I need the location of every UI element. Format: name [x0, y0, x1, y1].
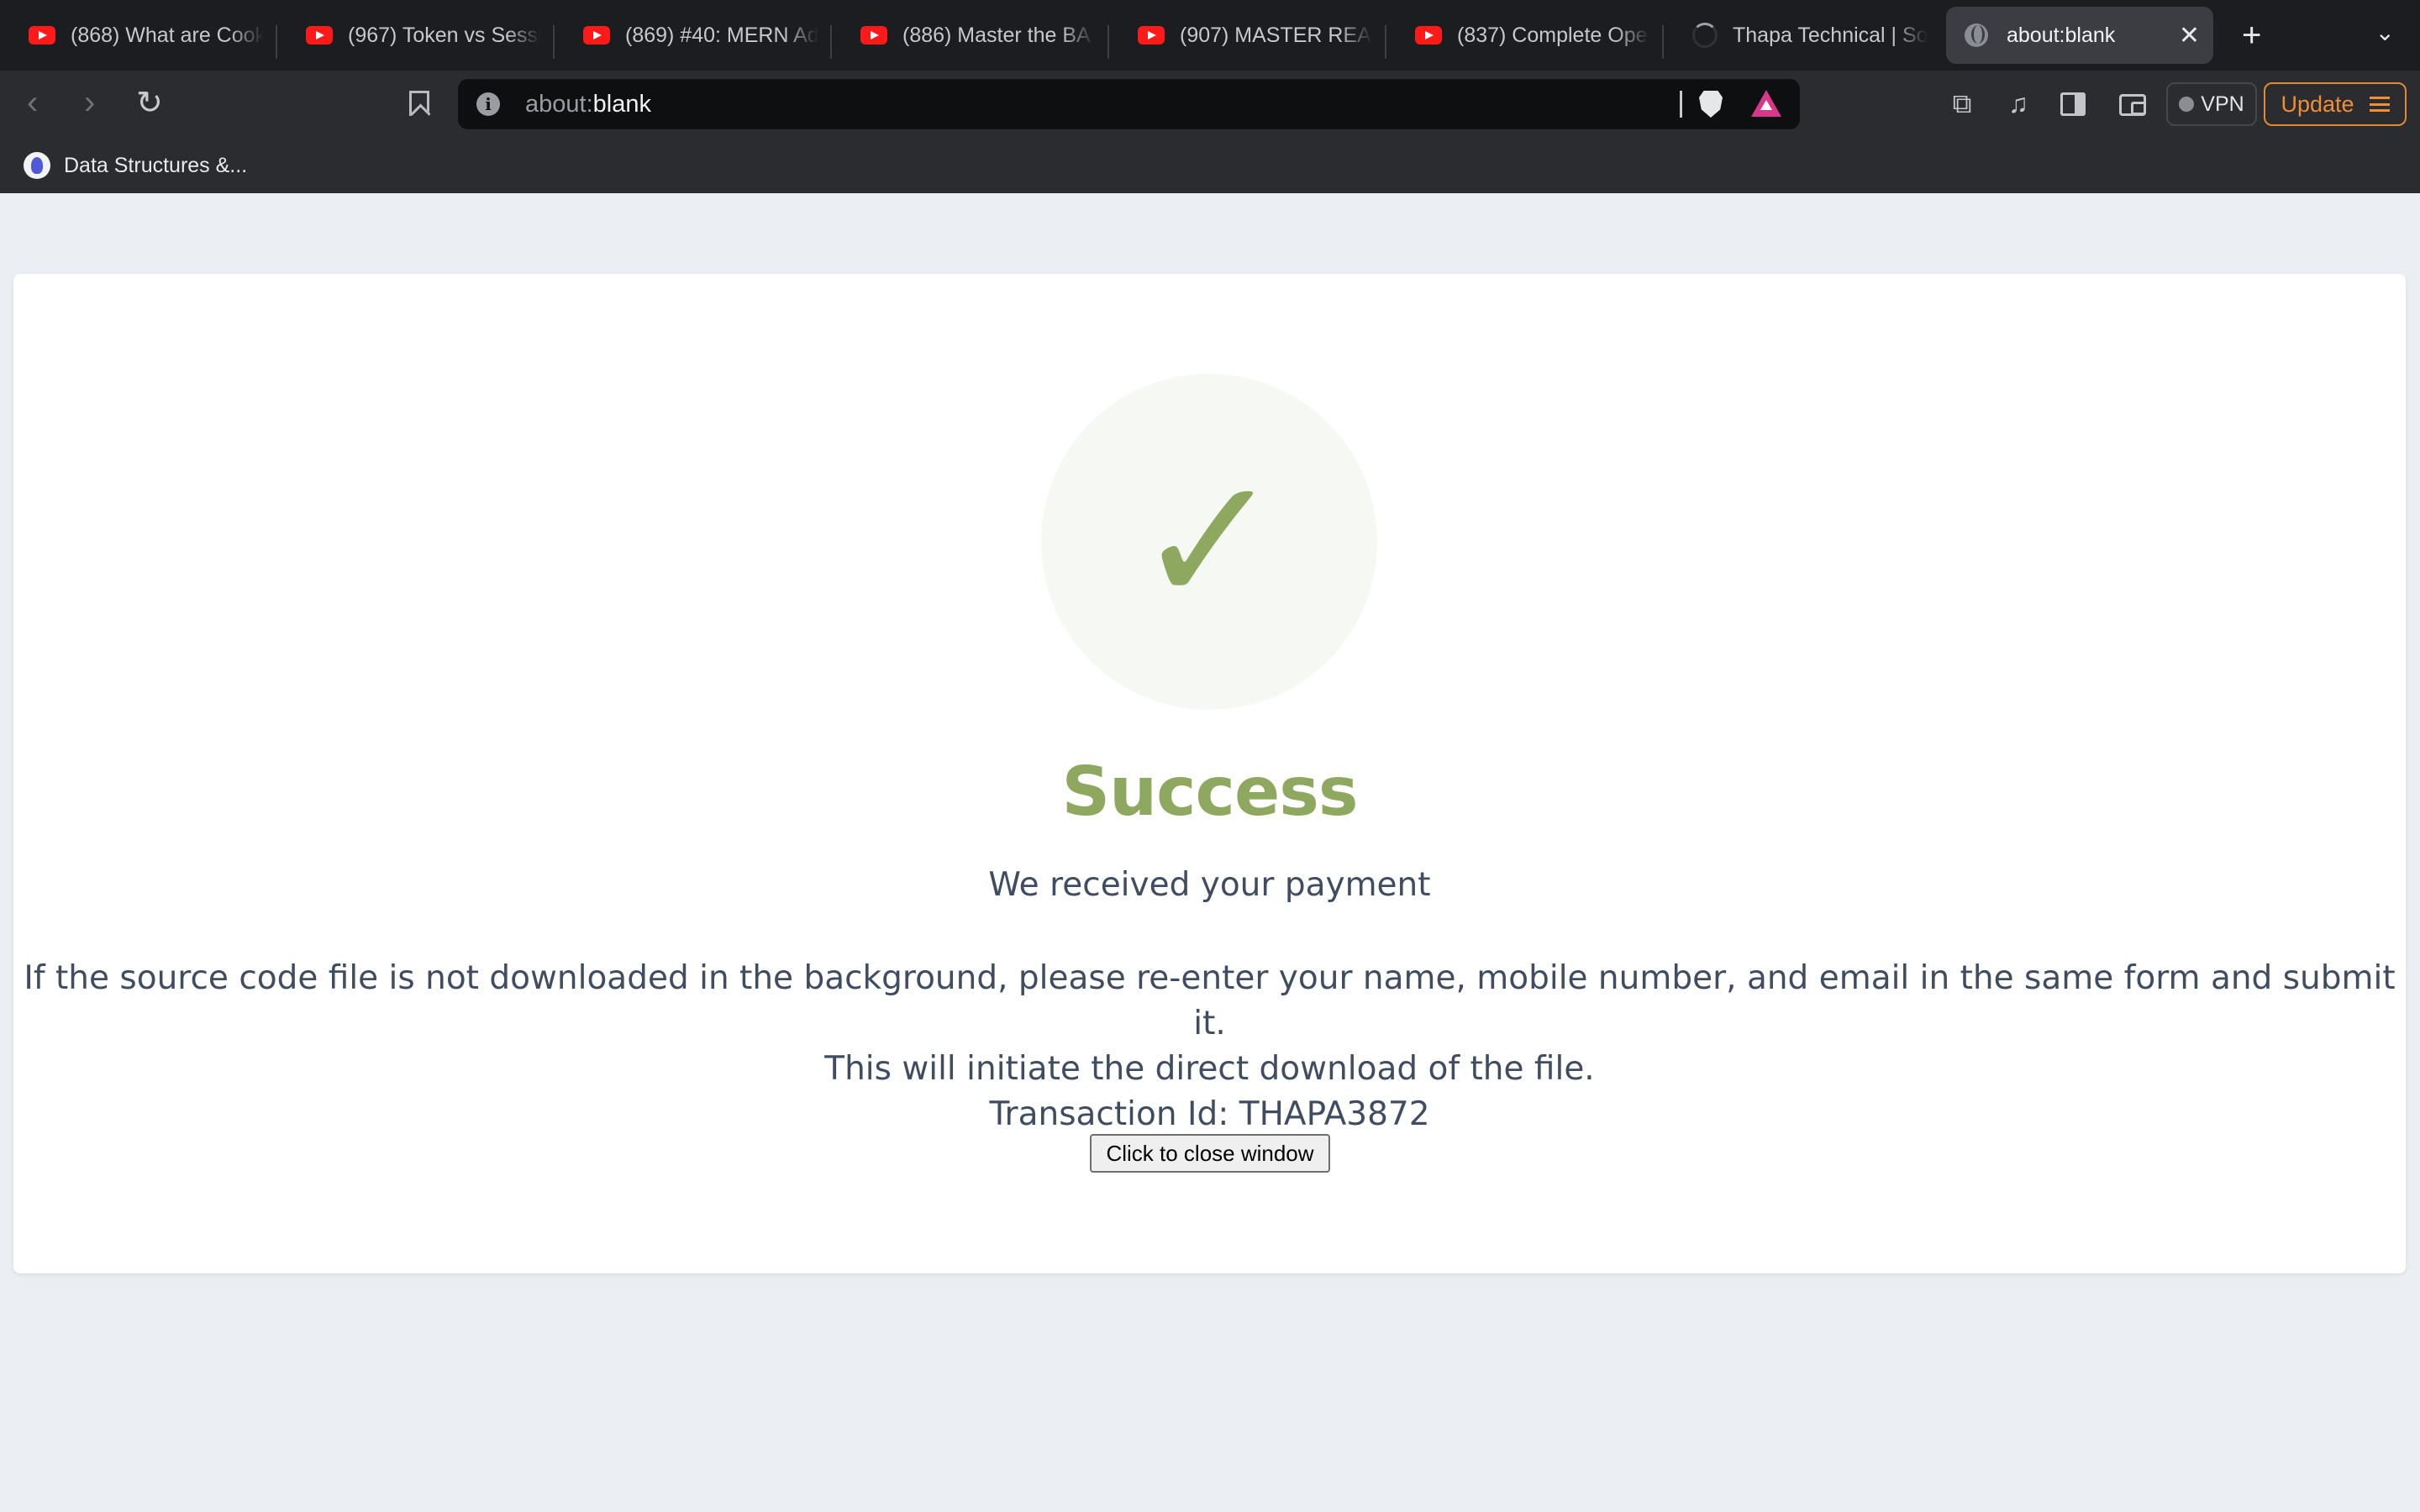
tab-label: (868) What are Cook — [71, 23, 264, 47]
extensions-puzzle-icon[interactable]: ⧉ — [1948, 89, 1976, 118]
tab-label: Thapa Technical | So — [1733, 23, 1928, 47]
youtube-icon — [1138, 26, 1165, 45]
close-window-button[interactable]: Click to close window — [1090, 1134, 1330, 1173]
tab-youtube-5[interactable]: (907) MASTER REAC — [1109, 7, 1386, 64]
reload-icon[interactable]: ↻ — [136, 87, 163, 119]
tab-about-blank[interactable]: about:blank ✕ — [1946, 7, 2213, 64]
tab-thapa-technical[interactable]: Thapa Technical | So — [1664, 7, 1941, 64]
music-note-icon[interactable]: ♫ — [2004, 89, 2033, 118]
tab-label: (967) Token vs Sessi — [348, 23, 541, 47]
chevron-down-icon[interactable]: ⌄ — [2375, 18, 2395, 46]
back-arrow-icon[interactable]: ‹ — [27, 86, 38, 119]
tab-label: (837) Complete Ope — [1457, 23, 1648, 47]
tab-close-icon[interactable]: ✕ — [2179, 21, 2200, 50]
tab-youtube-2[interactable]: (967) Token vs Sessi — [277, 7, 555, 64]
update-button[interactable]: Update — [2264, 82, 2407, 126]
tab-label: (869) #40: MERN Ad — [625, 23, 818, 47]
url-divider — [1680, 91, 1682, 118]
update-label: Update — [2281, 91, 2354, 117]
bookmark-icon[interactable] — [409, 91, 429, 116]
tab-label: (886) Master the BA — [902, 23, 1091, 47]
forward-arrow-icon[interactable]: › — [84, 86, 95, 119]
tab-youtube-4[interactable]: (886) Master the BA — [832, 7, 1109, 64]
globe-icon — [1965, 24, 1988, 47]
vpn-label: VPN — [2201, 92, 2244, 116]
brave-shields-icon[interactable] — [1699, 91, 1723, 118]
address-bar[interactable]: i about:blank — [458, 79, 1800, 129]
info-icon[interactable]: i — [476, 92, 500, 116]
success-badge: ✓ — [1041, 374, 1377, 710]
tab-label: (907) MASTER REAC — [1180, 23, 1373, 47]
wallet-icon[interactable] — [2119, 94, 2146, 116]
menu-icon — [2369, 97, 2390, 112]
checkmark-icon: ✓ — [1135, 438, 1283, 644]
new-tab-icon[interactable]: + — [2242, 18, 2261, 52]
tab-youtube-1[interactable]: (868) What are Cook — [0, 7, 277, 64]
youtube-icon — [583, 26, 610, 45]
url-text[interactable]: about:blank — [525, 91, 651, 118]
tab-youtube-6[interactable]: (837) Complete Ope — [1386, 7, 1664, 64]
tab-youtube-3[interactable]: (869) #40: MERN Ad — [555, 7, 832, 64]
youtube-icon — [1415, 26, 1442, 45]
url-host: blank — [592, 90, 651, 118]
payment-received-text: We received your payment — [988, 866, 1431, 904]
vpn-status-icon — [2179, 97, 2195, 112]
sidebar-toggle-icon[interactable] — [2060, 92, 2086, 116]
youtube-icon — [29, 26, 55, 45]
youtube-icon — [860, 26, 887, 45]
instructions-line-1: If the source code file is not downloade… — [24, 959, 2396, 1042]
bookmarks-bar: Data Structures &... — [0, 138, 2420, 193]
instructions-line-2: This will initiate the direct download o… — [824, 1050, 1595, 1088]
bookmark-label: Data Structures &... — [64, 153, 248, 177]
tab-label: about:blank — [2007, 23, 2116, 47]
brave-rewards-icon[interactable] — [1751, 90, 1781, 117]
url-scheme: about: — [525, 90, 593, 118]
browser-toolbar: ‹ › ↻ i about:blank ⧉ ♫ VPN Update — [0, 71, 2420, 138]
bookmark-favicon-icon — [24, 152, 50, 179]
bookmark-item[interactable]: Data Structures &... — [24, 152, 247, 179]
loading-spinner-icon — [1692, 23, 1718, 48]
youtube-icon — [306, 26, 333, 45]
transaction-id: Transaction Id: THAPA3872 — [989, 1095, 1430, 1133]
download-instructions: If the source code file is not downloade… — [13, 956, 2406, 1137]
tab-strip: (868) What are Cook (967) Token vs Sessi… — [0, 0, 2420, 71]
vpn-button[interactable]: VPN — [2166, 82, 2257, 126]
payment-success-card: ✓ Success We received your payment If th… — [13, 274, 2406, 1273]
page-title: Success — [1061, 753, 1359, 831]
